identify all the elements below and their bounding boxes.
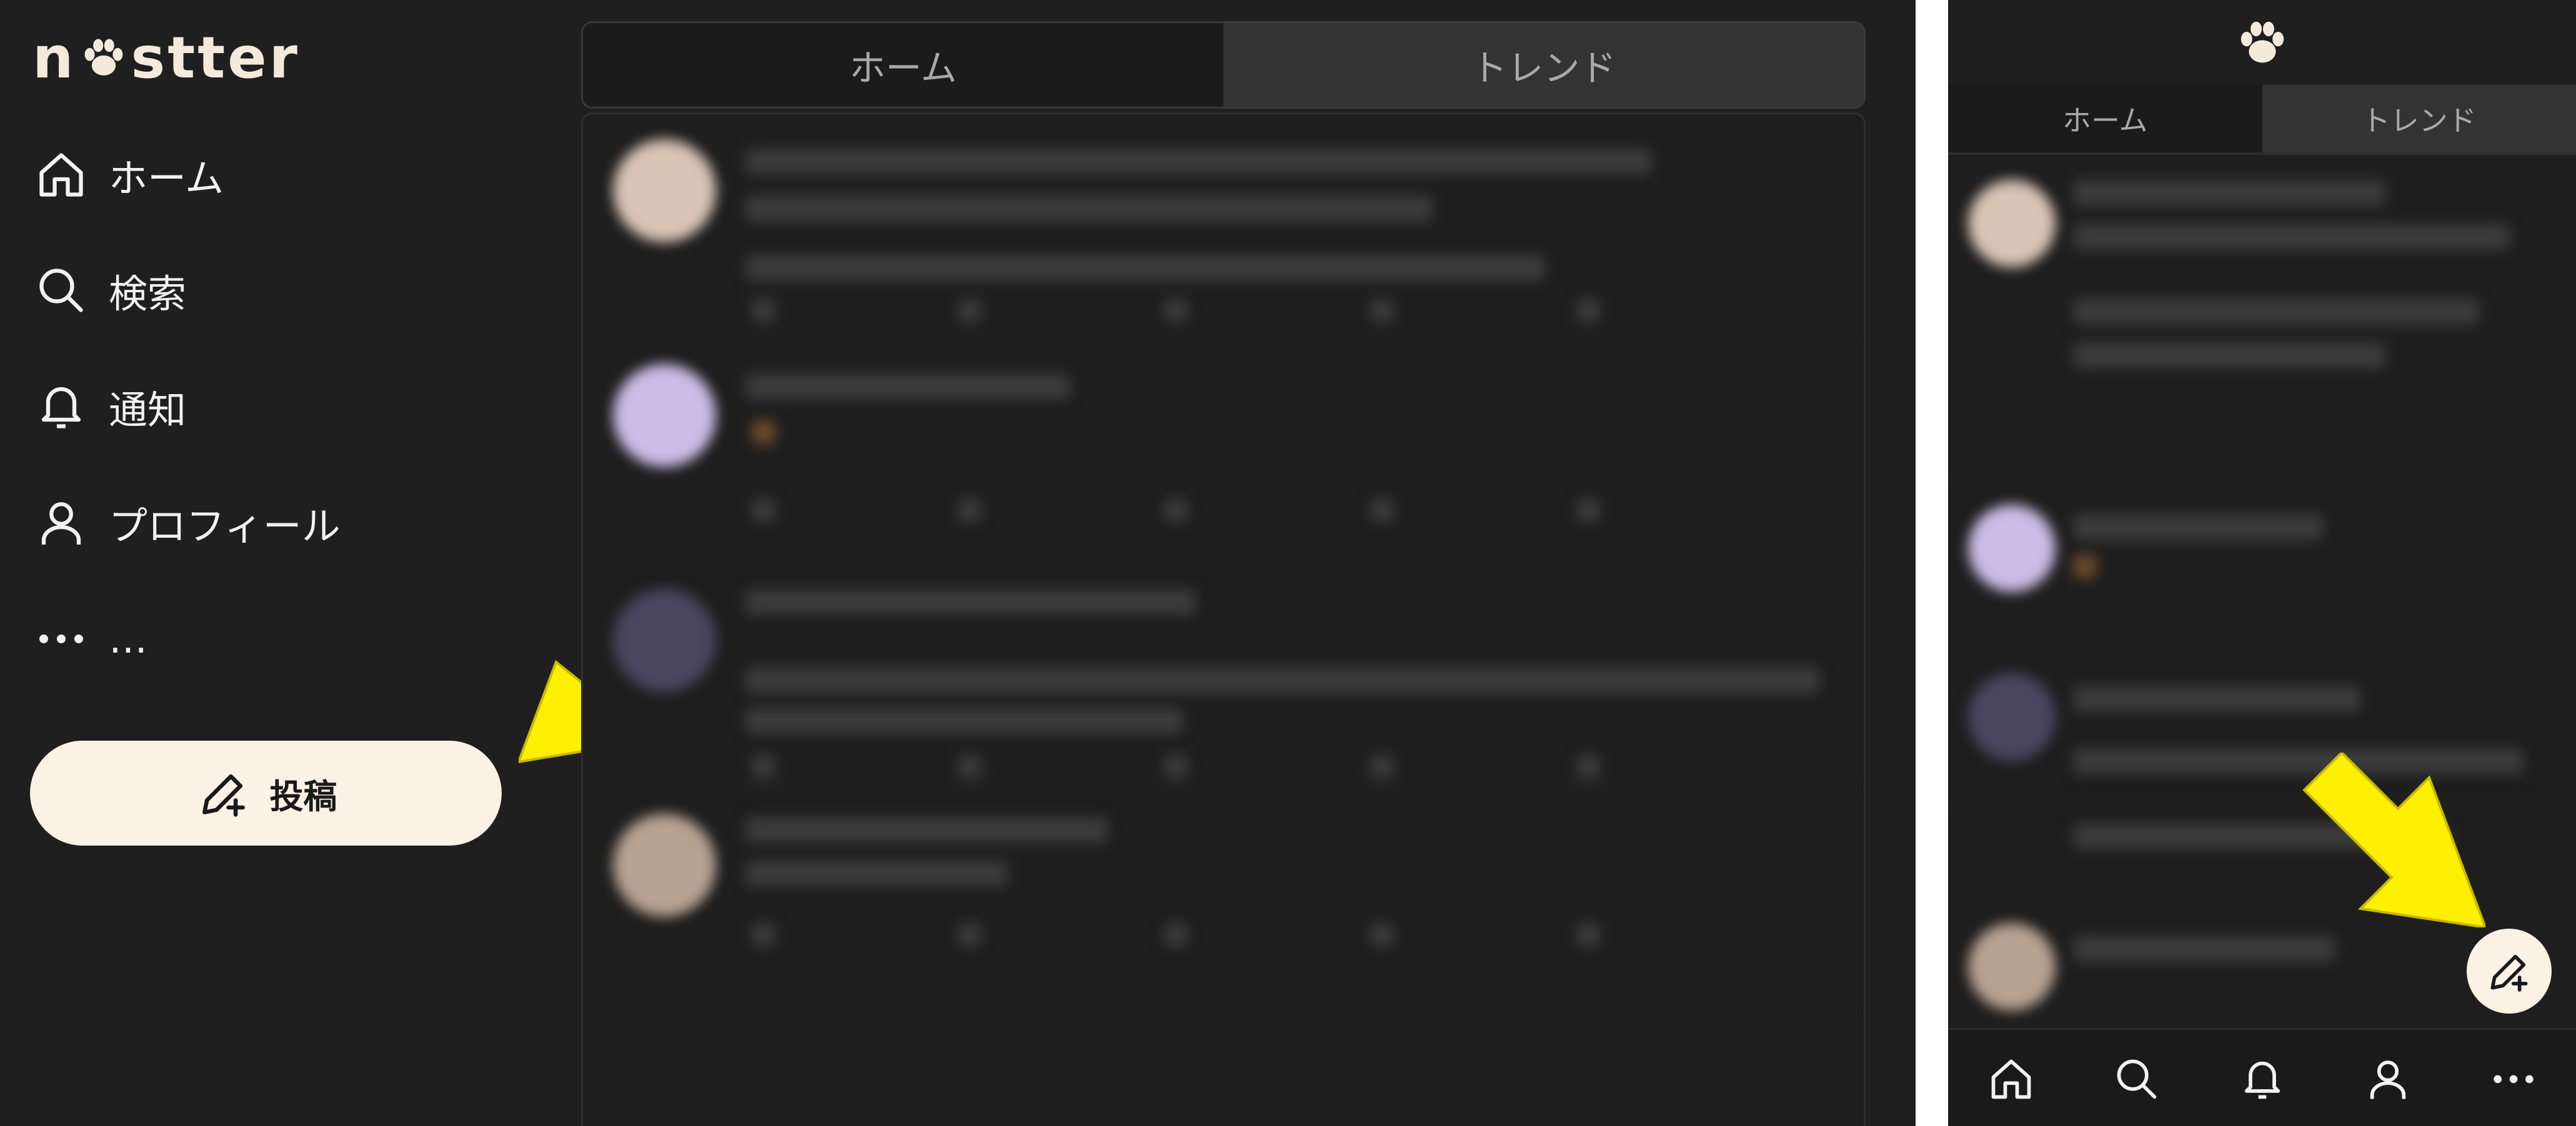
post-button[interactable]: 投稿 <box>30 741 502 846</box>
bell-icon <box>32 378 90 435</box>
blurred-post <box>583 339 1864 563</box>
nav-item-label: 通知 <box>109 387 187 433</box>
blurred-post <box>583 789 1864 1013</box>
post-button-label: 投稿 <box>269 776 337 816</box>
search-icon[interactable] <box>2111 1053 2163 1105</box>
nav-item-home[interactable]: ホーム <box>32 134 224 215</box>
more-icon[interactable] <box>2487 1053 2540 1105</box>
nav-item-notifications[interactable]: 通知 <box>32 366 186 447</box>
tab-trend[interactable]: トレンド <box>1223 23 1864 107</box>
paw-icon <box>84 39 122 76</box>
user-icon <box>32 494 90 551</box>
compose-icon <box>2490 954 2528 992</box>
mobile-view: ホーム トレンド <box>1948 0 2576 1126</box>
home-icon[interactable] <box>1985 1053 2037 1105</box>
compose-fab[interactable] <box>2467 929 2552 1014</box>
nav-item-profile[interactable]: プロフィール <box>32 482 341 563</box>
tab-trend[interactable]: トレンド <box>2262 85 2576 152</box>
timeline: ホーム トレンド <box>581 21 1866 1126</box>
sidebar: n stter ホーム 検索 通知 プロフィール … 投稿 <box>0 0 581 1126</box>
tab-home[interactable]: ホーム <box>583 23 1223 107</box>
feed <box>581 112 1866 1126</box>
compose-icon <box>195 764 252 822</box>
desktop-view: n stter ホーム 検索 通知 プロフィール … 投稿 ホーム トレンド <box>0 0 1916 1126</box>
search-icon <box>32 262 90 319</box>
paw-icon[interactable] <box>2234 14 2290 71</box>
mobile-header <box>1948 0 2576 87</box>
more-icon <box>32 610 90 668</box>
bell-icon[interactable] <box>2236 1053 2289 1105</box>
mobile-tabs: ホーム トレンド <box>1948 85 2576 155</box>
highlight-arrow <box>2302 753 2485 927</box>
nav-item-label: … <box>109 616 147 662</box>
timeline-tabs: ホーム トレンド <box>581 21 1866 109</box>
nav-item-search[interactable]: 検索 <box>32 250 186 331</box>
home-icon <box>32 146 90 204</box>
logo-text-left: n <box>32 24 76 91</box>
nav-item-label: ホーム <box>109 156 224 201</box>
nav-item-label: プロフィール <box>109 503 341 549</box>
tab-home[interactable]: ホーム <box>1948 85 2262 152</box>
blurred-post <box>583 564 1864 788</box>
logo-text-right: stter <box>131 24 300 91</box>
logo[interactable]: n stter <box>32 24 300 91</box>
bottom-nav <box>1948 1028 2576 1126</box>
nav-item-more[interactable]: … <box>32 598 147 679</box>
user-icon[interactable] <box>2362 1053 2414 1105</box>
blurred-post <box>583 114 1864 338</box>
blurred-post <box>1948 155 2576 482</box>
nav-item-label: 検索 <box>109 271 187 317</box>
